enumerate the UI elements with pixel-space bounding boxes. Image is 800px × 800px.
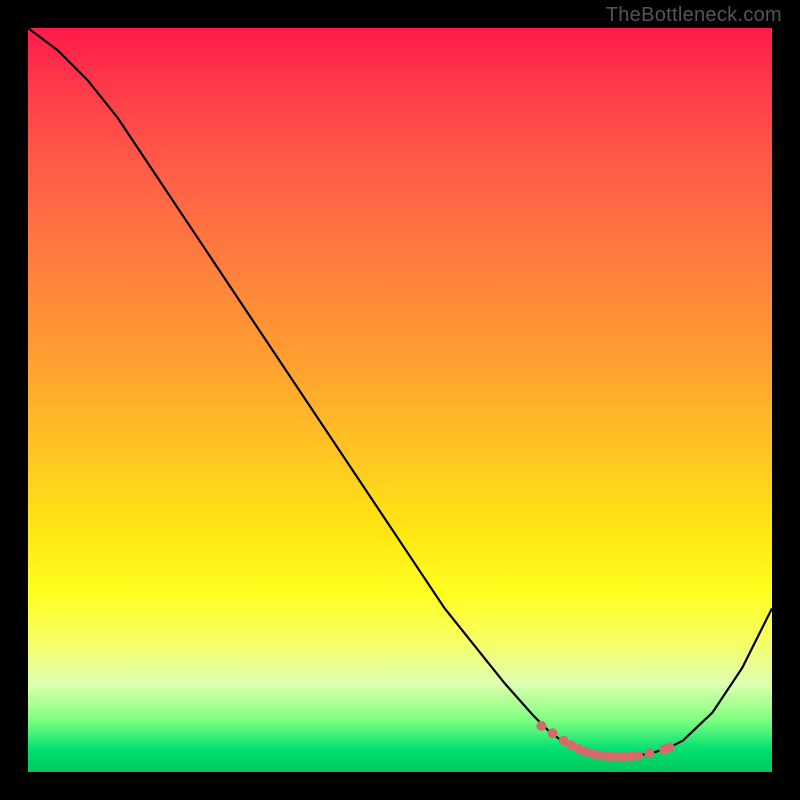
marker-dot — [633, 751, 643, 761]
watermark-text: TheBottleneck.com — [606, 4, 782, 27]
marker-dot — [644, 748, 654, 758]
marker-dot — [536, 721, 546, 731]
chart-plot-area — [28, 28, 772, 772]
chart-svg — [28, 28, 772, 772]
curve-marker-dots — [536, 721, 674, 762]
bottleneck-curve — [28, 28, 772, 757]
marker-dot — [664, 742, 674, 752]
marker-dot — [548, 728, 558, 738]
